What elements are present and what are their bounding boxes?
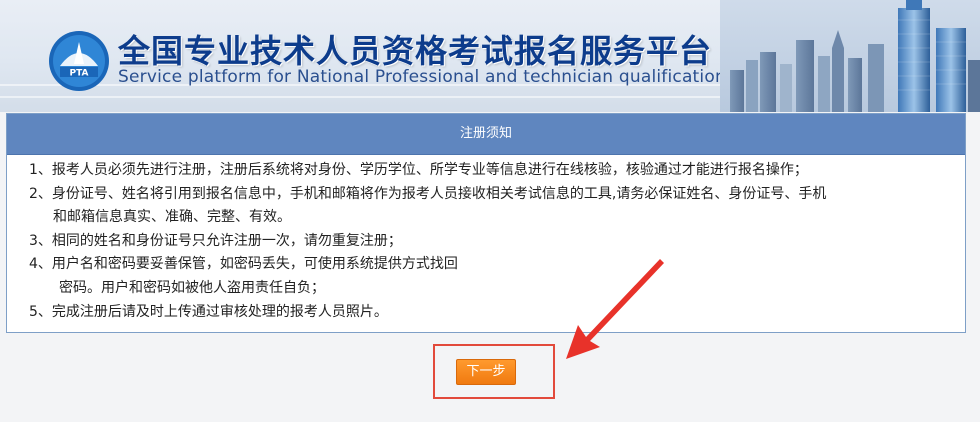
notice-list: 1、报考人员必须先进行注册，注册后系统将对身份、学历学位、所学专业等信息进行在线…: [7, 155, 965, 324]
registration-notice-panel: 注册须知 1、报考人员必须先进行注册，注册后系统将对身份、学历学位、所学专业等信…: [6, 113, 966, 333]
notice-item: 密码。用户和密码如被他人盗用责任自负；: [59, 279, 325, 296]
next-step-button[interactable]: 下一步: [456, 359, 516, 385]
pta-logo-icon: PTA: [49, 31, 109, 91]
logo-text: PTA: [69, 69, 88, 79]
city-skyline-image: [720, 0, 980, 112]
notice-item: 5、完成注册后请及时上传通过审核处理的报考人员照片。: [29, 303, 388, 320]
page-subtitle: Service platform for National Profession…: [118, 67, 765, 87]
notice-item: 和邮箱信息真实、准确、完整、有效。: [53, 209, 291, 226]
page-title: 全国专业技术人员资格考试报名服务平台: [118, 32, 713, 70]
notice-heading: 注册须知: [7, 114, 965, 155]
header-banner: PTA 全国专业技术人员资格考试报名服务平台 Service platform …: [0, 0, 980, 112]
red-arrow-icon: [566, 259, 664, 359]
notice-item: 3、相同的姓名和身份证号只允许注册一次，请勿重复注册；: [29, 232, 402, 249]
notice-item: 1、报考人员必须先进行注册，注册后系统将对身份、学历学位、所学专业等信息进行在线…: [29, 162, 808, 178]
notice-item: 2、身份证号、姓名将引用到报名信息中，手机和邮箱将作为报考人员接收相关考试信息的…: [29, 185, 827, 202]
notice-item: 4、用户名和密码要妥善保管，如密码丢失，可使用系统提供方式找回: [29, 256, 458, 273]
